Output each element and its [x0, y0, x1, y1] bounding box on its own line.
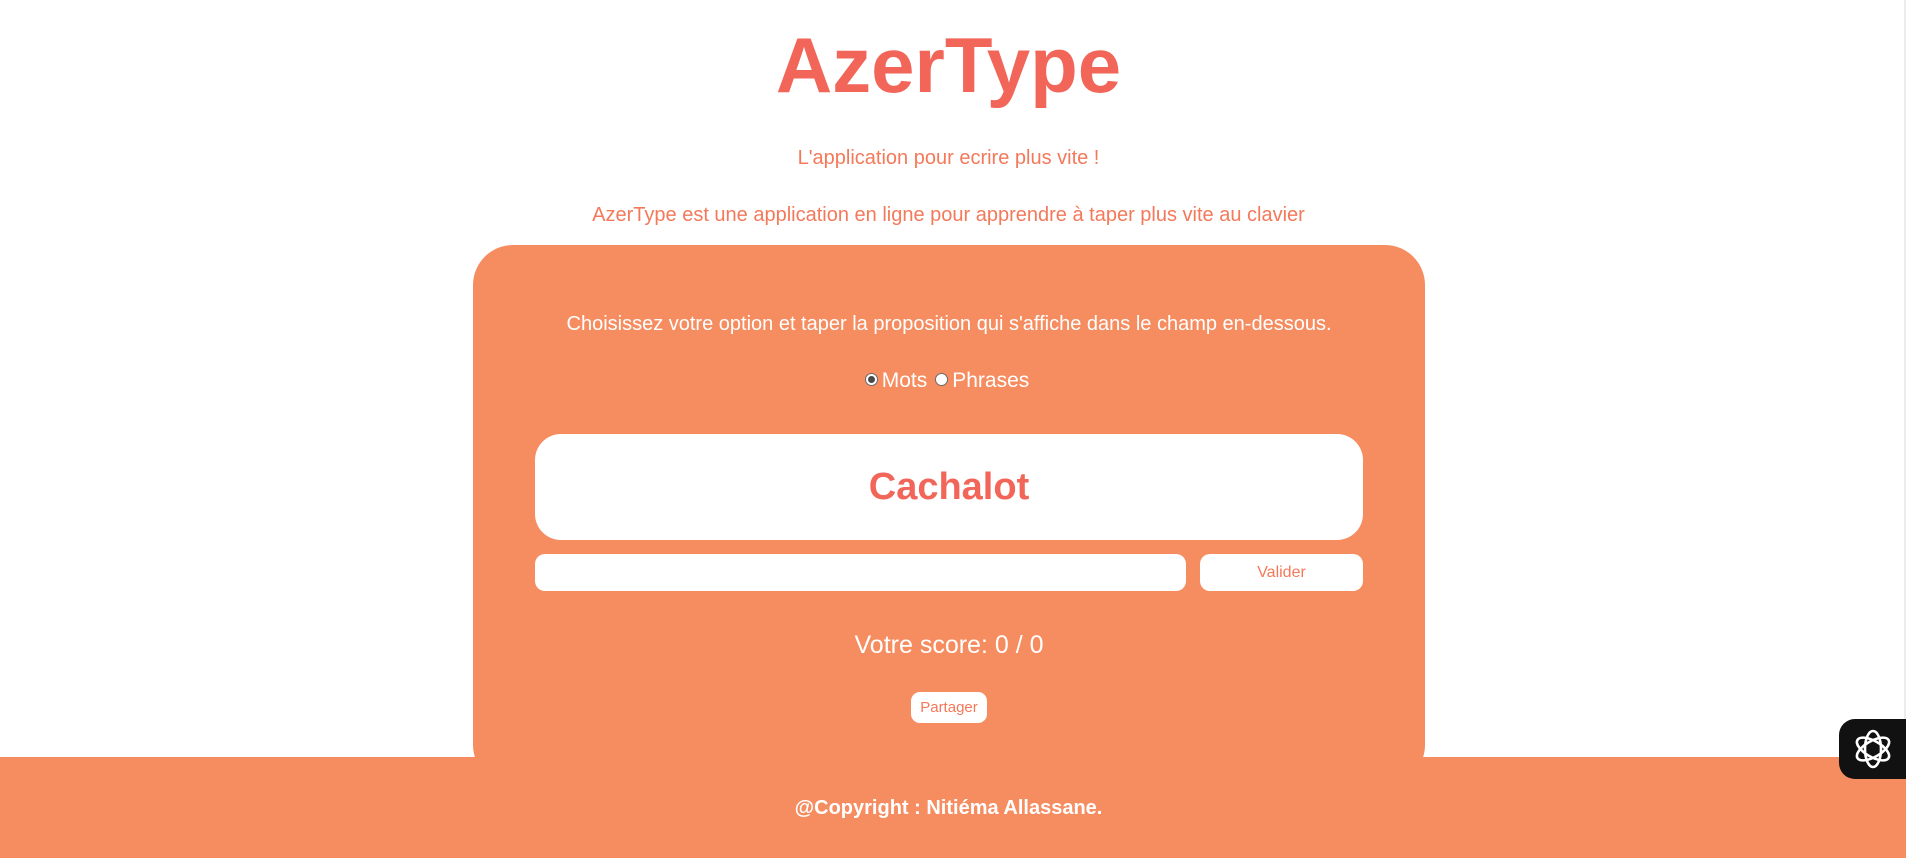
- answer-input[interactable]: [535, 554, 1186, 591]
- validate-button[interactable]: Valider: [1200, 554, 1363, 591]
- proposal-box: Cachalot: [535, 434, 1363, 540]
- radio-mots-label[interactable]: Mots: [882, 369, 928, 393]
- score-text: Votre score: 0 / 0: [854, 631, 1044, 659]
- proposal-text: Cachalot: [868, 465, 1030, 508]
- option-radio-group: Mots Phrases: [473, 369, 1425, 393]
- app-title: AzerType: [775, 21, 1122, 109]
- tagline: L'application pour ecrire plus vite !: [797, 147, 1100, 169]
- page: AzerType L'application pour ecrire plus …: [0, 0, 1906, 858]
- radio-phrases-label[interactable]: Phrases: [952, 369, 1029, 393]
- radio-mots[interactable]: [864, 372, 878, 386]
- instructions-text: Choisissez votre option et taper la prop…: [566, 313, 1332, 335]
- copyright-text: @Copyright : Nitiéma Allassane.: [794, 797, 1103, 819]
- share-button[interactable]: Partager: [911, 692, 987, 723]
- game-card: Choisissez votre option et taper la prop…: [473, 245, 1425, 785]
- radio-phrases[interactable]: [935, 372, 949, 386]
- assistant-logo-icon[interactable]: [1839, 719, 1906, 779]
- app-description: AzerType est une application en ligne po…: [592, 204, 1305, 226]
- assistant-logo-icon-svg: [1855, 729, 1890, 769]
- footer: @Copyright : Nitiéma Allassane.: [0, 757, 1906, 858]
